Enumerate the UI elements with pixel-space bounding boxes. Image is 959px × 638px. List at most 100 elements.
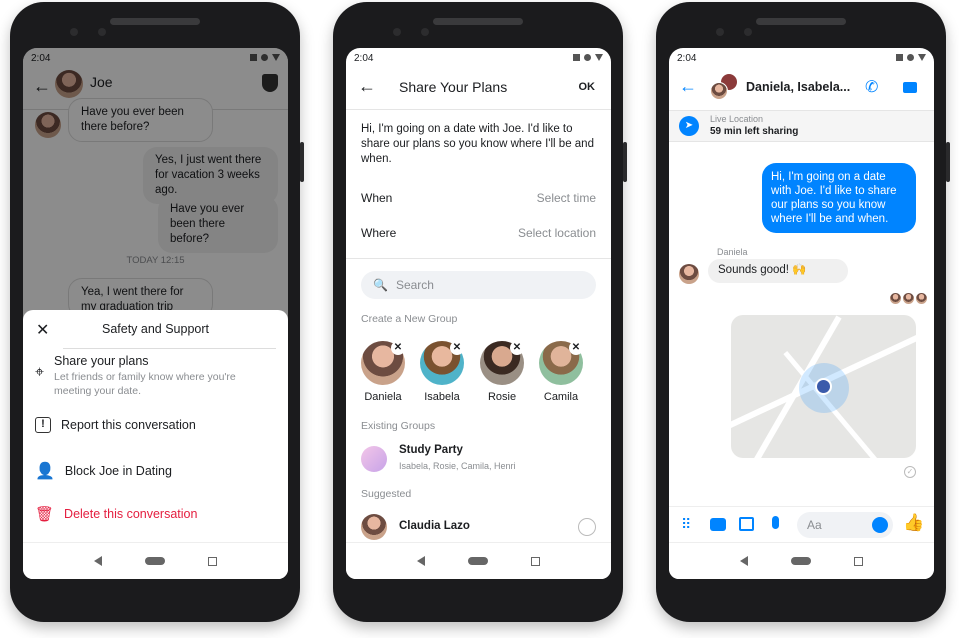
nav-recents-icon[interactable] (853, 556, 863, 566)
thumbs-up-icon[interactable]: 👍 (903, 513, 924, 533)
trash-icon: 🗑 (35, 506, 55, 523)
screen-messenger: 2:04 ← Daniela, Isabela... ✆ ➤ Live Loca… (669, 48, 934, 579)
where-row[interactable]: Where Select location (361, 226, 596, 240)
camera (393, 28, 401, 36)
phone-call-icon[interactable]: ✆ (865, 77, 878, 97)
nav-back-icon[interactable] (417, 556, 426, 566)
when-label: When (361, 191, 393, 205)
more-apps-icon[interactable]: ⠿ (681, 516, 691, 533)
report-item[interactable]: ! Report this conversation (35, 417, 196, 433)
ok-button[interactable]: OK (579, 81, 596, 93)
remove-icon[interactable]: ✕ (450, 341, 464, 355)
section-header: Existing Groups (361, 420, 436, 432)
android-nav-bar (23, 542, 288, 579)
remove-icon[interactable]: ✕ (391, 341, 405, 355)
nav-recents-icon[interactable] (530, 556, 540, 566)
safety-sheet: ✕ Safety and Support ⌖ Share your plans L… (23, 310, 288, 579)
suggested-row[interactable]: Claudia Lazo (361, 514, 596, 540)
camera (98, 28, 106, 36)
location-arrow-icon: ➤ (679, 116, 699, 136)
header: ← Share Your Plans OK (346, 66, 611, 110)
camera (744, 28, 752, 36)
nav-home-icon[interactable] (467, 557, 488, 565)
speaker (433, 18, 523, 25)
where-label: Where (361, 226, 397, 240)
camera (716, 28, 724, 36)
delete-item[interactable]: 🗑 Delete this conversation (35, 505, 197, 523)
speaker (756, 18, 846, 25)
nav-home-icon[interactable] (144, 557, 165, 565)
where-value: Select location (517, 226, 596, 240)
location-pin-icon: ⌖ (35, 364, 45, 381)
speaker (110, 18, 200, 25)
video-call-icon[interactable] (903, 82, 917, 93)
sheet-title: Safety and Support (101, 322, 210, 336)
search-placeholder: Search (395, 278, 434, 292)
person-name: Claudia Lazo (399, 520, 470, 532)
phone-3: 2:04 ← Daniela, Isabela... ✆ ➤ Live Loca… (656, 2, 950, 622)
power-button (300, 142, 304, 182)
item-label: Share your plans (54, 354, 149, 368)
emoji-icon[interactable] (872, 517, 888, 533)
section-header: Create a New Group (361, 313, 458, 325)
location-dot (815, 378, 832, 395)
reply-message: Sounds good! 🙌 (708, 259, 848, 283)
back-arrow-icon[interactable]: ← (679, 76, 697, 97)
live-label: Live Location (710, 114, 764, 124)
nav-back-icon[interactable] (94, 556, 103, 566)
nav-recents-icon[interactable] (207, 556, 217, 566)
group-members: Isabela, Rosie, Camila, Henri (399, 461, 516, 471)
android-nav-bar (669, 542, 934, 579)
divider (63, 348, 276, 349)
report-icon: ! (35, 417, 51, 433)
camera-icon[interactable] (710, 518, 726, 531)
sent-message: Hi, I'm going on a date with Joe. I'd li… (762, 163, 916, 233)
android-nav-bar (346, 542, 611, 579)
select-radio[interactable] (578, 518, 596, 536)
live-location-bar[interactable]: ➤ Live Location 59 min left sharing (669, 110, 934, 142)
item-label: Delete this conversation (64, 507, 198, 521)
power-button (946, 142, 950, 182)
when-value: Select time (536, 191, 596, 205)
live-value: 59 min left sharing (710, 126, 799, 137)
block-item[interactable]: 👤 Block Joe in Dating (35, 461, 172, 481)
item-label: Report this conversation (61, 418, 196, 432)
power-button (623, 142, 627, 182)
group-row[interactable]: Study Party Isabela, Rosie, Camila, Henr… (361, 444, 596, 474)
person-name: Rosie (487, 391, 517, 403)
status-bar: 2:04 (669, 48, 934, 66)
chat-header: ← Daniela, Isabela... ✆ (669, 66, 934, 110)
when-row[interactable]: When Select time (361, 191, 596, 205)
search-icon: 🔍 (373, 278, 388, 292)
time: 2:04 (677, 53, 697, 64)
message-input[interactable]: Aa (797, 512, 893, 538)
page-title: Share Your Plans (399, 79, 508, 95)
plan-message: Hi, I'm going on a date with Joe. I'd li… (361, 123, 594, 165)
item-sub: Let friends or family know where you're … (54, 371, 236, 397)
input-placeholder: Aa (807, 518, 822, 532)
microphone-icon[interactable] (772, 516, 779, 529)
group-name: Study Party (399, 444, 463, 456)
phone-1: 2:04 ← Joe Have you ever been there befo… (10, 2, 304, 622)
camera (70, 28, 78, 36)
group-avatar (710, 82, 728, 100)
divider (346, 258, 611, 259)
person-name: Isabela (424, 391, 460, 403)
location-map[interactable] (731, 315, 916, 458)
status-bar: 2:04 (346, 48, 611, 66)
photo-icon[interactable] (739, 517, 754, 531)
time: 2:04 (354, 53, 374, 64)
back-arrow-icon[interactable]: ← (358, 76, 376, 97)
sender-name: Daniela (717, 247, 748, 257)
phone-2: 2:04 ← Share Your Plans OK Hi, I'm going… (333, 2, 627, 622)
share-plans-item[interactable]: ⌖ Share your plans Let friends or family … (35, 354, 249, 398)
avatar (361, 514, 387, 540)
item-label: Block Joe in Dating (64, 464, 172, 478)
remove-icon[interactable]: ✕ (510, 341, 524, 355)
remove-icon[interactable]: ✕ (569, 341, 583, 355)
composer: ⠿ Aa 👍 (669, 506, 934, 542)
search-input[interactable]: 🔍 Search (361, 271, 596, 299)
nav-back-icon[interactable] (740, 556, 749, 566)
read-receipts (890, 293, 927, 304)
nav-home-icon[interactable] (790, 557, 811, 565)
